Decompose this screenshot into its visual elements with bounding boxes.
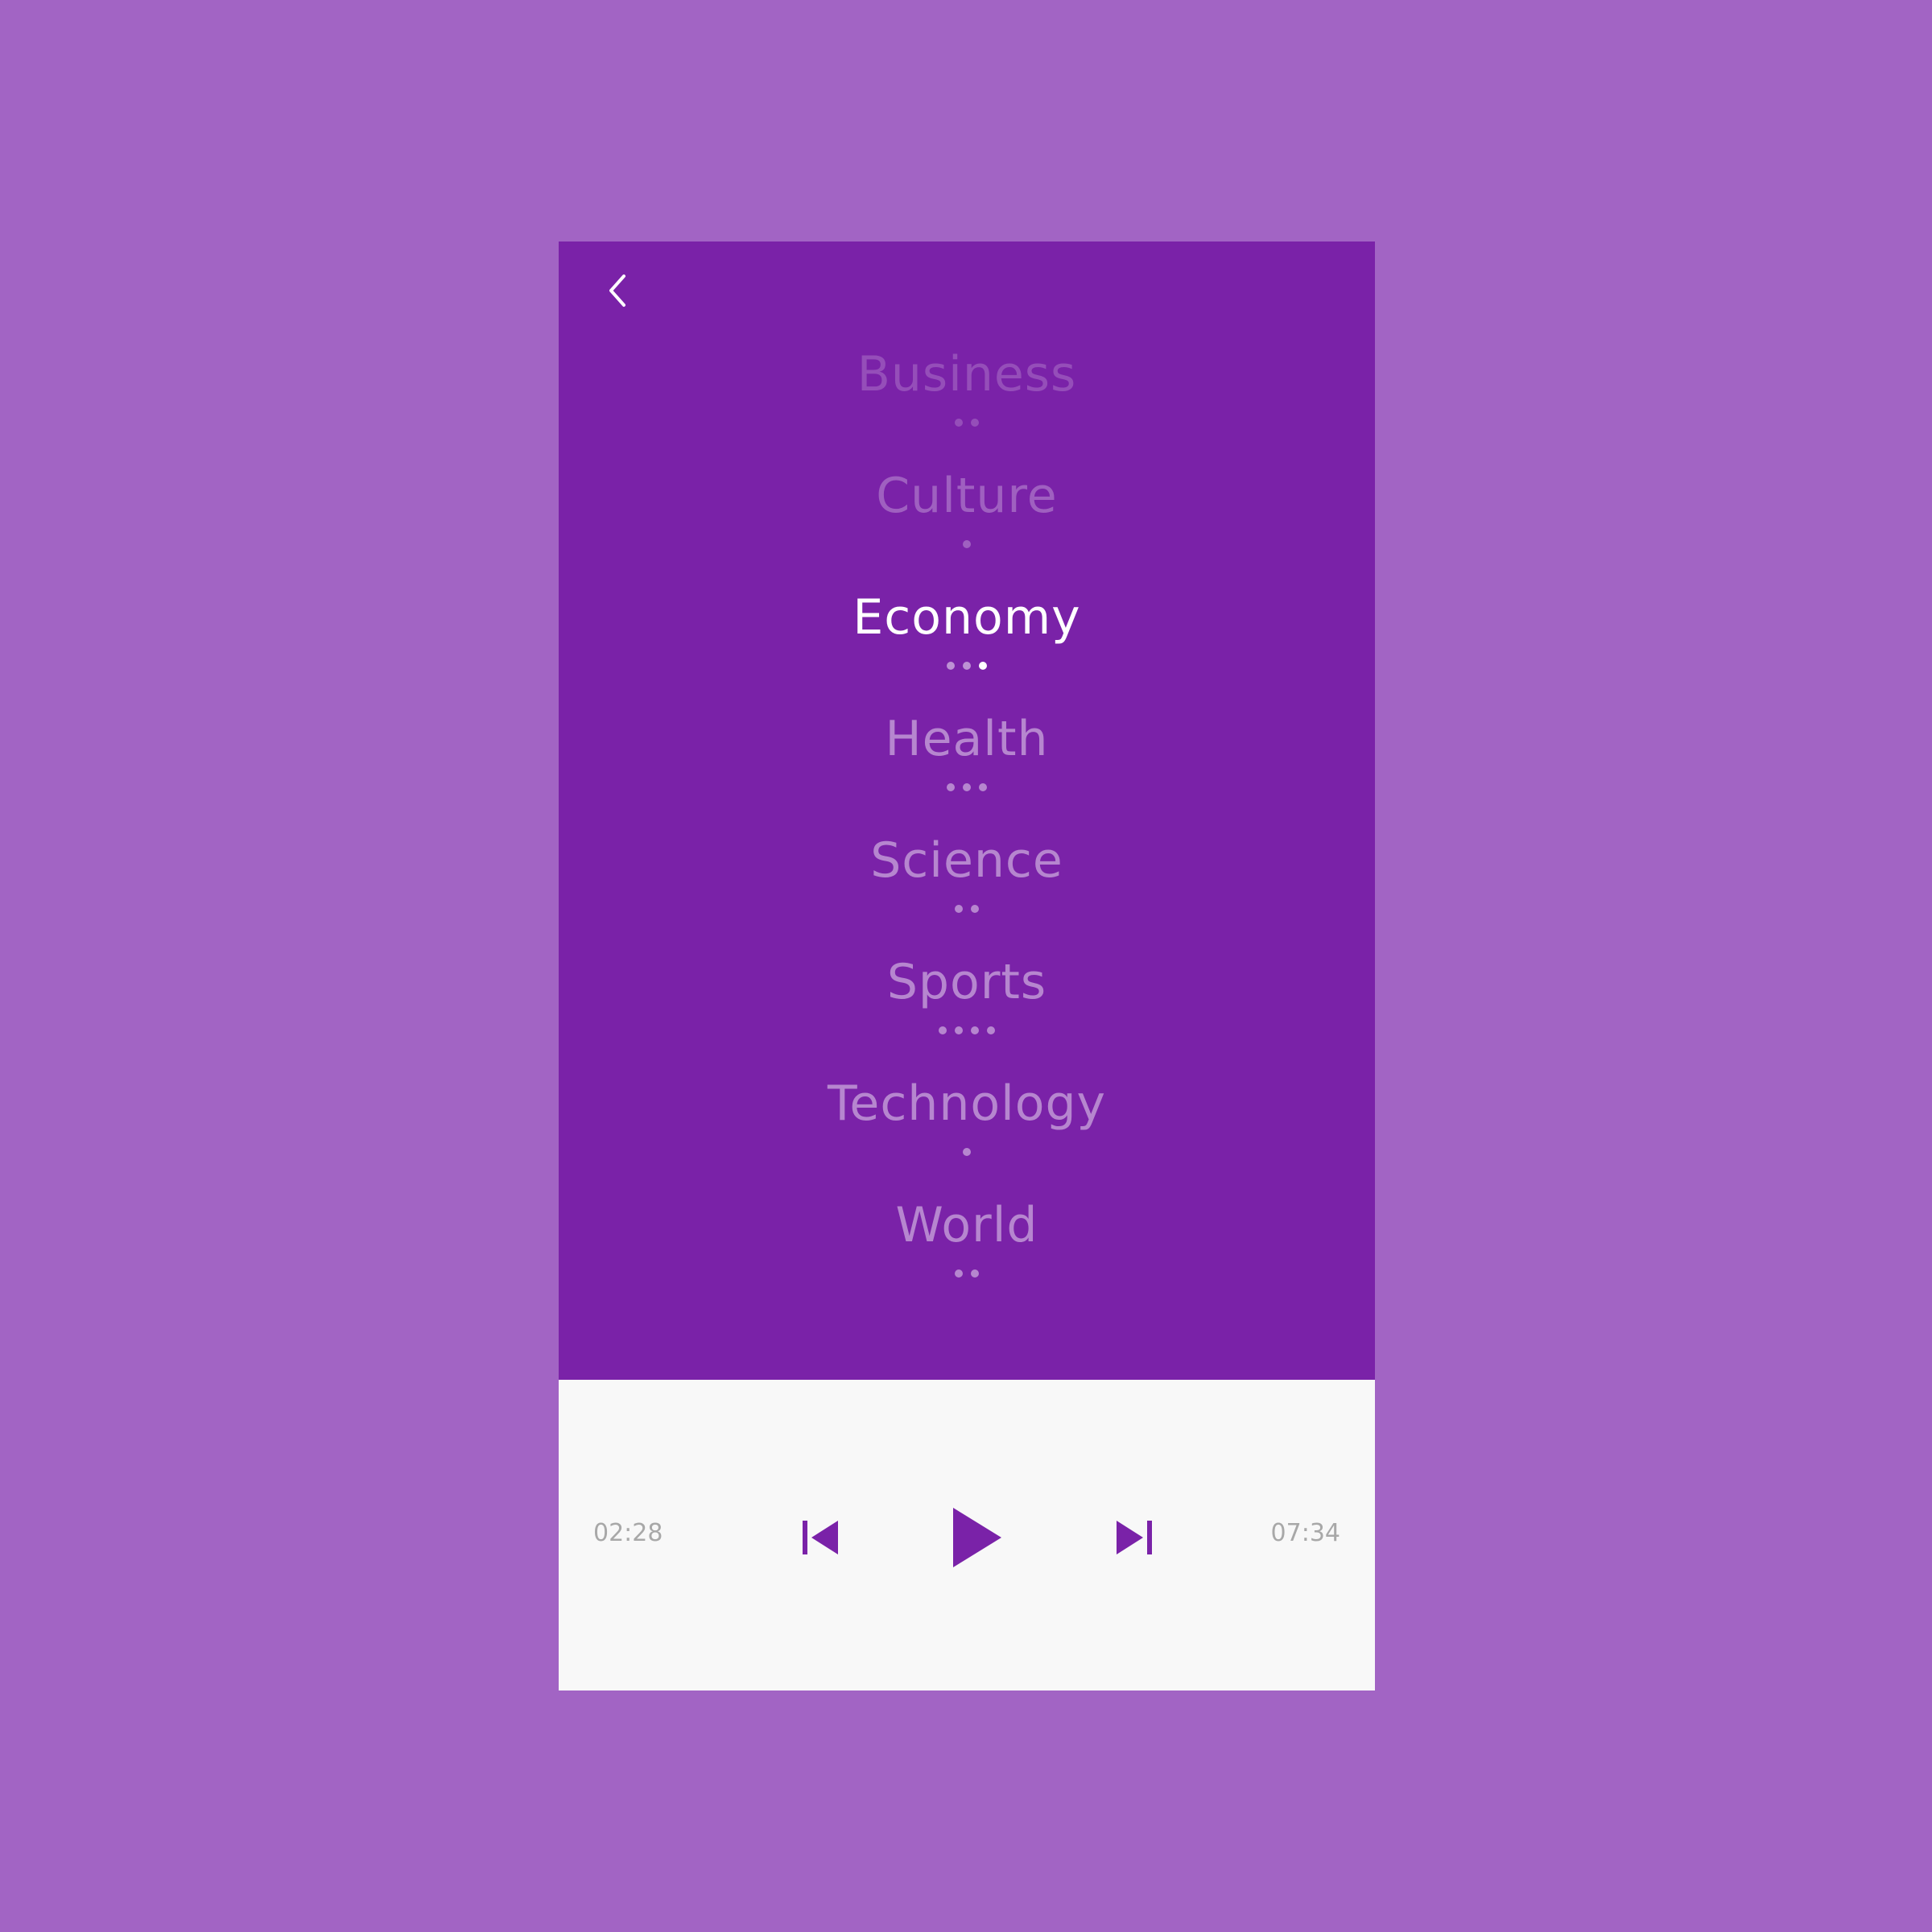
dot — [971, 1026, 979, 1034]
skip-previous-icon — [803, 1521, 838, 1554]
play-button[interactable] — [929, 1489, 1026, 1586]
audio-player: 02:28 07:34 — [559, 1380, 1375, 1690]
topic-item-culture[interactable]: Culture — [559, 457, 1375, 579]
dot — [971, 419, 979, 427]
topic-dots — [955, 904, 979, 914]
dot — [979, 783, 987, 791]
topic-list: Business Culture Economy Health Science … — [559, 336, 1375, 1308]
topic-dots — [955, 418, 979, 427]
dot — [963, 1148, 971, 1156]
topic-dots — [947, 782, 987, 792]
total-time: 07:34 — [1270, 1519, 1340, 1547]
dot — [971, 1269, 979, 1278]
topic-dots — [963, 539, 971, 549]
topic-label: Health — [885, 711, 1049, 767]
topic-item-sports[interactable]: Sports — [559, 943, 1375, 1065]
dot — [987, 1026, 995, 1034]
topic-label: Science — [870, 832, 1063, 889]
previous-button[interactable] — [784, 1505, 857, 1570]
topic-label: Culture — [876, 468, 1058, 524]
topic-item-technology[interactable]: Technology — [559, 1065, 1375, 1187]
dot — [955, 905, 963, 913]
app-screen: Business Culture Economy Health Science … — [559, 242, 1375, 1690]
topic-dots — [955, 1269, 979, 1278]
dot — [963, 540, 971, 548]
topic-dots — [963, 1147, 971, 1157]
elapsed-time: 02:28 — [593, 1519, 663, 1547]
dot — [971, 905, 979, 913]
dot — [947, 783, 955, 791]
topic-item-business[interactable]: Business — [559, 336, 1375, 457]
dot — [939, 1026, 947, 1034]
topic-label: Technology — [827, 1075, 1107, 1132]
topic-item-health[interactable]: Health — [559, 700, 1375, 822]
topic-item-world[interactable]: World — [559, 1187, 1375, 1308]
dot — [955, 1269, 963, 1278]
current-dot — [979, 662, 987, 670]
skip-next-icon — [1117, 1521, 1152, 1554]
next-button[interactable] — [1098, 1505, 1170, 1570]
dot — [963, 783, 971, 791]
topic-label: World — [895, 1197, 1038, 1253]
dot — [947, 662, 955, 670]
play-icon — [953, 1508, 1001, 1567]
topic-item-economy[interactable]: Economy — [559, 579, 1375, 700]
topics-panel: Business Culture Economy Health Science … — [559, 242, 1375, 1380]
topic-dots — [939, 1026, 995, 1035]
dot — [955, 1026, 963, 1034]
topic-dots — [947, 661, 987, 671]
dot — [963, 662, 971, 670]
dot — [955, 419, 963, 427]
topic-label: Economy — [852, 589, 1081, 646]
chevron-left-icon — [609, 275, 625, 307]
topic-label: Sports — [886, 954, 1047, 1010]
topic-item-science[interactable]: Science — [559, 822, 1375, 943]
back-button[interactable] — [586, 262, 650, 319]
topic-label: Business — [857, 346, 1077, 402]
